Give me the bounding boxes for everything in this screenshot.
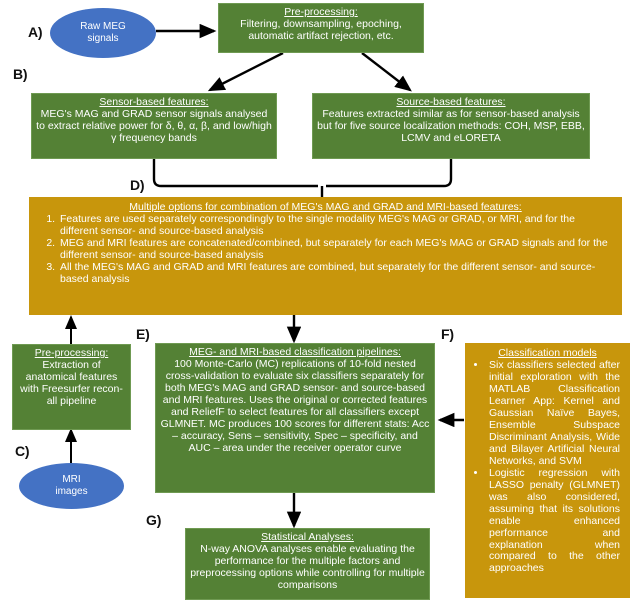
panel-label-g: G)	[146, 512, 162, 528]
node-preprocessing-meg[interactable]: Pre-processing: Filtering, downsampling,…	[218, 3, 424, 53]
raw-meg-text: Raw MEG signals	[80, 21, 126, 44]
classification-models-item: Logistic regression with LASSO penalty (…	[487, 467, 620, 576]
flowchart-canvas: A) B) D) E) F) C) G) Raw MEG signals Pre…	[0, 0, 640, 609]
node-combination-options[interactable]: Multiple options for combination of MEG'…	[29, 197, 622, 315]
combination-item: Features are used separately correspondi…	[58, 213, 611, 238]
source-features-body: Features extracted similar as for sensor…	[317, 107, 585, 144]
classification-models-item: Six classifiers selected after initial e…	[487, 359, 620, 468]
preprocessing-meg-body: Filtering, downsampling, epoching, autom…	[240, 17, 402, 42]
combination-item: MEG and MRI features are concatenated/co…	[58, 237, 611, 262]
combination-item: All the MEG's MAG and GRAD and MRI featu…	[58, 261, 611, 286]
sensor-features-body: MEG's MAG and GRAD sensor signals analys…	[36, 107, 272, 144]
node-sensor-based-features[interactable]: Sensor-based features: MEG's MAG and GRA…	[31, 93, 277, 159]
pipelines-body: 100 Monte-Carlo (MC) replications of 10-…	[160, 357, 430, 454]
classification-models-list: Six classifiers selected after initial e…	[469, 359, 626, 576]
node-raw-meg-signals[interactable]: Raw MEG signals	[50, 8, 156, 58]
node-classification-models[interactable]: Classification models Six classifiers se…	[465, 343, 630, 598]
panel-label-f: F)	[441, 326, 454, 342]
mri-images-text: MRI images	[55, 474, 88, 497]
node-mri-images[interactable]: MRI images	[19, 463, 124, 509]
preprocessing-mri-body: Extraction of anatomical features with F…	[20, 358, 123, 407]
panel-label-c: C)	[15, 443, 30, 459]
node-classification-pipelines[interactable]: MEG- and MRI-based classification pipeli…	[155, 343, 435, 493]
node-source-based-features[interactable]: Source-based features: Features extracte…	[312, 93, 590, 159]
node-preprocessing-mri[interactable]: Pre-processing: Extraction of anatomical…	[12, 344, 131, 430]
panel-label-d: D)	[130, 177, 145, 193]
combination-list: Features are used separately correspondi…	[36, 213, 615, 286]
node-statistical-analyses[interactable]: Statistical Analyses: N-way ANOVA analys…	[185, 528, 430, 600]
panel-label-b: B)	[13, 66, 28, 82]
statistical-analyses-body: N-way ANOVA analyses enable evaluating t…	[190, 542, 425, 591]
panel-label-a: A)	[28, 24, 43, 40]
panel-label-e: E)	[136, 326, 150, 342]
